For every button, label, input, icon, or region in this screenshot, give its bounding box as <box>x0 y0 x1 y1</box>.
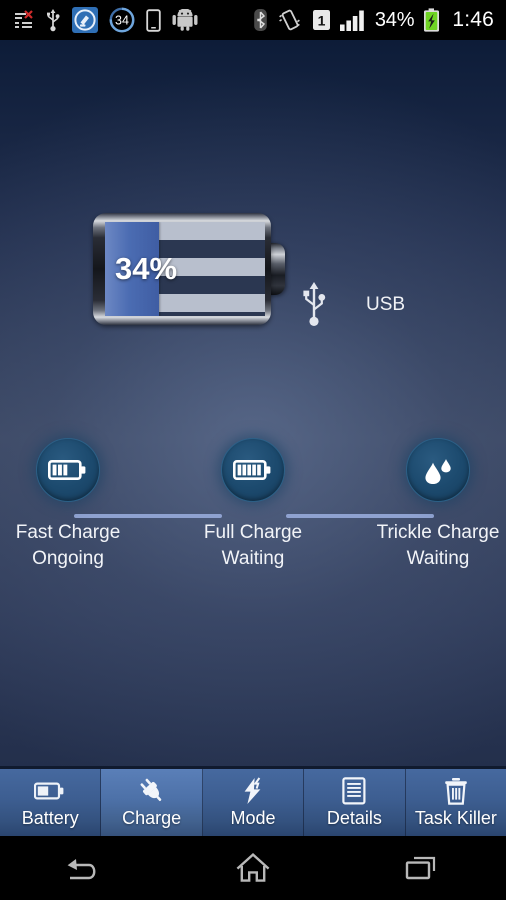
power-source-label: USB <box>366 294 406 315</box>
stage-status: Waiting <box>221 548 285 569</box>
phone-screen: 34 1 34% 1:46 34% USB Fast Charge Ongoin… <box>0 0 506 900</box>
battery-icon <box>34 777 66 805</box>
stage-title: Trickle Charge <box>376 522 500 543</box>
tab-label: Details <box>326 807 382 828</box>
signal-bars-icon <box>339 10 364 31</box>
battery-charging-icon <box>424 8 440 32</box>
status-bar: 34 1 34% 1:46 <box>0 0 506 40</box>
stage-icon-badge <box>36 438 100 502</box>
tab-label: Charge <box>122 807 182 828</box>
tab-label: Mode <box>230 807 276 828</box>
battery-level-graphic: 34% <box>93 213 285 325</box>
lightning-bolt-icon <box>240 776 266 805</box>
tab-label: Battery <box>21 807 79 828</box>
sync-error-icon <box>15 10 33 28</box>
status-battery-percent: 34% <box>374 8 415 31</box>
app-content: 34% USB Fast Charge Ongoing Full Charge … <box>0 40 506 806</box>
android-navigation-bar <box>0 836 506 900</box>
status-bar-system-icons: 1 34% 1:46 <box>253 8 506 32</box>
charge-stage-full: Full Charge Waiting <box>169 438 337 572</box>
vibrate-icon <box>279 9 300 31</box>
usb-icon <box>47 9 60 32</box>
stage-status: Ongoing <box>32 548 104 569</box>
bluetooth-icon <box>254 9 267 31</box>
svg-text:34: 34 <box>115 14 129 28</box>
tab-details[interactable]: Details <box>304 769 406 836</box>
battery-half-icon <box>48 460 86 480</box>
recents-icon <box>405 856 435 880</box>
smartphone-icon <box>146 8 161 32</box>
battery-34-circle-icon: 34 <box>109 7 135 33</box>
stage-title: Fast Charge <box>15 522 121 543</box>
tab-battery[interactable]: Battery <box>0 769 102 836</box>
cleaner-app-icon <box>72 7 98 33</box>
svg-text:1: 1 <box>317 12 325 28</box>
stage-status: Waiting <box>406 548 470 569</box>
status-clock: 1:46 <box>452 8 494 31</box>
status-bar-notification-icons: 34 <box>0 7 198 33</box>
stage-title: Full Charge <box>203 522 303 543</box>
trash-can-icon <box>443 777 469 805</box>
home-icon <box>236 852 270 882</box>
bottom-tab-bar: Battery Charge Mode Details Task Killer <box>0 766 506 836</box>
tab-mode[interactable]: Mode <box>202 769 305 836</box>
back-button[interactable] <box>0 836 169 900</box>
power-plug-icon <box>138 777 166 805</box>
water-droplets-icon <box>425 459 451 484</box>
charge-stage-trickle: Trickle Charge Waiting <box>354 438 506 572</box>
battery-full-icon <box>233 460 271 480</box>
home-button[interactable] <box>169 836 338 900</box>
recents-button[interactable] <box>337 836 506 900</box>
stage-icon-badge <box>221 438 285 502</box>
android-robot-icon <box>172 9 198 31</box>
tab-label: Task Killer <box>414 807 497 828</box>
sim-1-icon: 1 <box>312 10 330 30</box>
document-lines-icon <box>342 776 366 805</box>
tab-charge[interactable]: Charge <box>101 769 203 836</box>
power-source-indicator: USB <box>300 281 405 329</box>
tab-task-killer[interactable]: Task Killer <box>405 769 506 836</box>
stage-icon-badge <box>406 438 470 502</box>
battery-percent-label: 34% <box>115 251 178 286</box>
charge-stage-progress: Fast Charge Ongoing Full Charge Waiting … <box>0 438 506 638</box>
back-arrow-icon <box>67 859 96 880</box>
usb-icon <box>303 282 326 326</box>
charge-stage-fast: Fast Charge Ongoing <box>0 438 152 572</box>
